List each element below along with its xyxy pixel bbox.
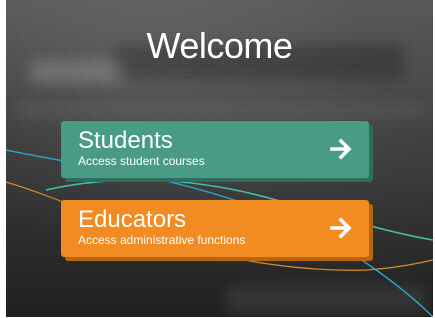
educators-description: Access administrative functions — [78, 233, 246, 247]
students-button-text: Students Access student courses — [78, 127, 353, 169]
arrow-right-icon — [330, 217, 352, 239]
students-label: Students — [78, 127, 173, 154]
educators-label: Educators — [78, 206, 187, 233]
students-button[interactable]: Students Access student courses — [61, 121, 373, 182]
educators-button-text: Educators Access administrative function… — [78, 206, 353, 248]
educators-button[interactable]: Educators Access administrative function… — [61, 200, 373, 261]
page-title: Welcome — [146, 25, 293, 66]
hero-background: Welcome Students Access student courses … — [6, 0, 433, 317]
arrow-right-icon — [330, 138, 352, 160]
students-description: Access student courses — [78, 154, 205, 168]
page-frame: Welcome Students Access student courses … — [0, 0, 435, 318]
